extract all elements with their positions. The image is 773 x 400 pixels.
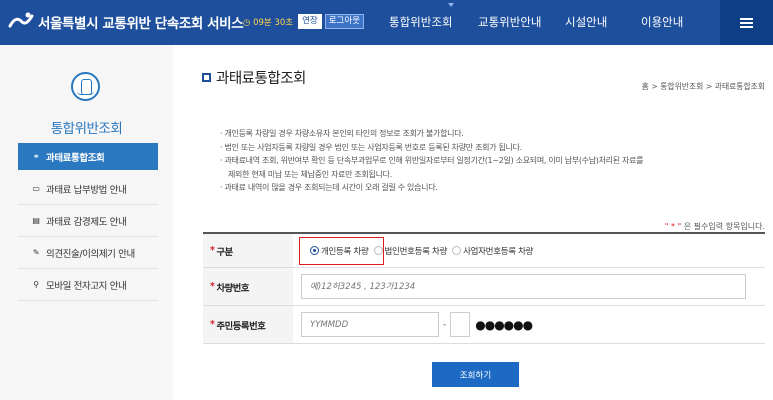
sidebar-item-label: 과태료 납부방법 안내	[46, 184, 127, 196]
sidebar: 통합위반조회 ⚭ 과태료통합조회 ▭ 과태료 납부방법 안내 ▤ 과태료 감경제…	[0, 45, 173, 400]
site-title: 서울특별시 교통위반 단속조회 서비스	[38, 16, 244, 32]
notice-item: · 과태료내역 조회, 위반여부 확인 등 단속부과업무로 인해 위반일자로부터…	[220, 156, 644, 165]
nav-violation-info[interactable]: 교통위반안내	[478, 14, 541, 30]
sidebar-item-payment-method[interactable]: ▭ 과태료 납부방법 안내	[18, 173, 158, 205]
title-square-icon	[202, 73, 211, 82]
type-label: * 구분	[203, 234, 293, 267]
sidebar-item-label: 의견진술/이의제기 안내	[46, 248, 135, 260]
selection-highlight-box	[299, 237, 384, 265]
search-button[interactable]: 조회하기	[432, 362, 519, 387]
car-number-input[interactable]	[301, 274, 746, 299]
nav-active-indicator	[448, 3, 454, 7]
sidebar-title: 통합위반조회	[50, 121, 123, 137]
nav-facility-info[interactable]: 시설안내	[565, 14, 607, 30]
sidebar-menu: ⚭ 과태료통합조회 ▭ 과태료 납부방법 안내 ▤ 과태료 감경제도 안내 ✎ …	[18, 143, 158, 301]
menu-button[interactable]	[720, 0, 773, 45]
nav-usage-info[interactable]: 이용안내	[641, 14, 683, 30]
top-header: 서울특별시 교통위반 단속조회 서비스 ◷ 09분 30초 연장 로그아웃 통합…	[0, 0, 773, 45]
search-form: *구분 개인등록 차량 법인번호등록 차량 사업자번호등록 차량 *차량번호	[203, 232, 765, 344]
hamburger-icon	[740, 21, 753, 24]
extend-session-button[interactable]: 연장	[298, 14, 322, 29]
notice-item: · 법인 또는 사업자등록 차량일 경우 법인 또는 사업자등록 번호로 등록된…	[220, 142, 522, 152]
rrn-front-input[interactable]	[301, 312, 439, 337]
form-row-type: * 구분 개인등록 차량 법인번호등록 차량 사업자번호등록 차량	[203, 234, 765, 268]
seoul-logo-icon	[8, 12, 34, 28]
breadcrumb: 홈 > 통합위반조회 > 과태료통합조회	[641, 82, 765, 91]
required-note: " * " 은 필수입력 항목입니다.	[665, 221, 765, 232]
document-icon: ▤	[32, 216, 40, 225]
sidebar-item-label: 모바일 전자고지 안내	[46, 280, 127, 292]
radio-corporate-vehicle[interactable]: 법인번호등록 차량	[373, 245, 447, 257]
form-row-car-number: * 차량번호	[203, 268, 765, 306]
edit-icon: ✎	[32, 248, 40, 257]
page-title-text: 과태료통합조회	[216, 71, 306, 87]
radio-unchecked-icon	[452, 246, 462, 255]
site-logo[interactable]: 서울특별시 교통위반 단속조회 서비스	[8, 11, 244, 33]
logout-button[interactable]: 로그아웃	[324, 14, 365, 29]
search-icon: ⚲	[33, 280, 39, 289]
rrn-masked-digits: ●●●●●●	[475, 317, 533, 332]
rrn-separator: -	[443, 319, 447, 330]
sidebar-item-label: 과태료통합조회	[46, 152, 105, 164]
notice-list: · 개인등록 차량일 경우 차량소유자 본인외 타인의 정보로 조회가 불가합니…	[220, 127, 765, 195]
sidebar-item-reduction[interactable]: ▤ 과태료 감경제도 안내	[18, 205, 158, 237]
sidebar-item-mobile-notice[interactable]: ⚲ 모바일 전자고지 안내	[18, 269, 158, 301]
notice-item: · 개인등록 차량일 경우 차량소유자 본인외 타인의 정보로 조회가 불가합니…	[220, 129, 464, 138]
link-icon: ⚭	[32, 152, 40, 161]
rrn-back-digit-input[interactable]	[450, 312, 471, 337]
card-icon: ▭	[32, 184, 40, 193]
session-timer: ◷ 09분 30초	[243, 17, 294, 28]
required-star: " * "	[664, 222, 682, 231]
notice-item: 제외한 현재 미납 또는 체납중인 자료만 조회됩니다.	[228, 169, 392, 179]
sidebar-item-objection[interactable]: ✎ 의견진술/이의제기 안내	[18, 237, 158, 269]
car-search-icon	[71, 72, 100, 101]
session-panel: ◷ 09분 30초 연장 로그아웃	[243, 14, 367, 29]
sidebar-item-integrated-search[interactable]: ⚭ 과태료통합조회	[18, 143, 158, 170]
rrn-label: * 주민등록번호	[203, 306, 293, 343]
required-note-text: 은 필수입력 항목입니다.	[681, 222, 765, 231]
page-title: 과태료통합조회	[202, 67, 306, 88]
nav-integrated-search[interactable]: 통합위반조회	[389, 14, 452, 30]
form-row-rrn: *주민등록번호 - ●●●●●●	[203, 306, 765, 344]
notice-item: · 과태료 내역이 많을 경우 조회되는데 시간이 오래 걸릴 수 있습니다.	[220, 183, 438, 192]
radio-business-vehicle[interactable]: 사업자번호등록 차량	[452, 245, 534, 257]
car-number-label: * 차량번호	[203, 268, 293, 305]
sidebar-item-label: 과태료 감경제도 안내	[46, 216, 127, 228]
